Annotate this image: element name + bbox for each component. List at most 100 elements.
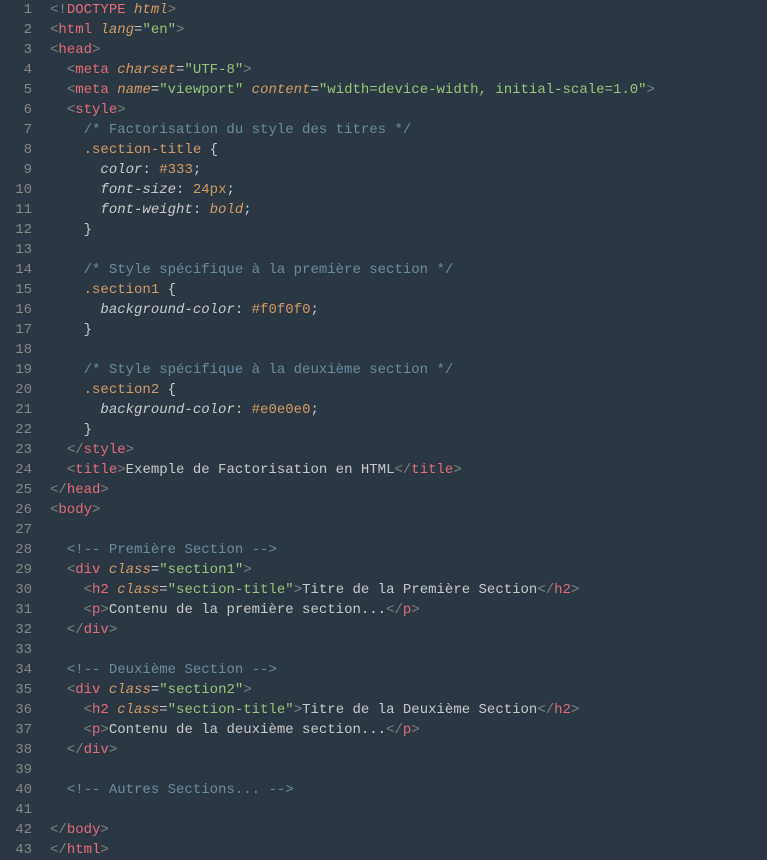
code-line[interactable]: </html> <box>50 840 767 860</box>
code-line[interactable]: background-color: #e0e0e0; <box>50 400 767 420</box>
code-line[interactable]: .section-title { <box>50 140 767 160</box>
code-line[interactable]: /* Style spécifique à la première sectio… <box>50 260 767 280</box>
code-line[interactable] <box>50 240 767 260</box>
line-number: 3 <box>0 40 32 60</box>
token-tag-name: h2 <box>92 702 109 718</box>
token-attr-eq: = <box>159 582 167 598</box>
code-line[interactable]: </style> <box>50 440 767 460</box>
token-tag-name: head <box>58 42 92 58</box>
token-tag-bracket: > <box>243 62 251 78</box>
line-number: 43 <box>0 840 32 860</box>
code-line[interactable]: <style> <box>50 100 767 120</box>
code-line[interactable]: /* Style spécifique à la deuxième sectio… <box>50 360 767 380</box>
line-number: 7 <box>0 120 32 140</box>
line-number: 5 <box>0 80 32 100</box>
code-line[interactable]: <h2 class="section-title">Titre de la Pr… <box>50 580 767 600</box>
token-attr-name: name <box>117 82 151 98</box>
code-line[interactable] <box>50 340 767 360</box>
code-line[interactable]: <!-- Première Section --> <box>50 540 767 560</box>
token-attr-eq: = <box>310 82 318 98</box>
token-tag-bracket: > <box>126 442 134 458</box>
line-number: 9 <box>0 160 32 180</box>
token-text-content <box>50 222 84 238</box>
token-text-content <box>50 382 84 398</box>
code-line[interactable]: <div class="section2"> <box>50 680 767 700</box>
code-line[interactable]: </head> <box>50 480 767 500</box>
line-number-gutter: 1234567891011121314151617181920212223242… <box>0 0 46 860</box>
code-line[interactable]: } <box>50 420 767 440</box>
token-text-content <box>50 462 67 478</box>
code-line[interactable]: font-size: 24px; <box>50 180 767 200</box>
token-text-content <box>50 602 84 618</box>
code-line[interactable]: </body> <box>50 820 767 840</box>
code-line[interactable]: color: #333; <box>50 160 767 180</box>
token-text-content: Contenu de la deuxième section... <box>109 722 386 738</box>
token-text-content <box>50 422 84 438</box>
code-line[interactable] <box>50 640 767 660</box>
code-line[interactable] <box>50 800 767 820</box>
code-line[interactable]: /* Factorisation du style des titres */ <box>50 120 767 140</box>
token-text-content <box>50 562 67 578</box>
token-tag-bracket: < <box>84 602 92 618</box>
code-line[interactable]: .section2 { <box>50 380 767 400</box>
token-tag-name: div <box>84 742 109 758</box>
code-line[interactable]: <!-- Deuxième Section --> <box>50 660 767 680</box>
line-number: 34 <box>0 660 32 680</box>
line-number: 36 <box>0 700 32 720</box>
token-doctype-val: html <box>134 2 168 18</box>
code-line[interactable]: <body> <box>50 500 767 520</box>
line-number: 41 <box>0 800 32 820</box>
token-comment: <!-- Deuxième Section --> <box>67 662 277 678</box>
token-css-selector: .section2 <box>84 382 160 398</box>
code-line[interactable]: font-weight: bold; <box>50 200 767 220</box>
token-css-prop: font-size <box>100 182 176 198</box>
code-line[interactable] <box>50 760 767 780</box>
token-css-val-hex: #333 <box>159 162 193 178</box>
code-line[interactable]: <meta charset="UTF-8"> <box>50 60 767 80</box>
token-tag-name: div <box>75 682 100 698</box>
code-line[interactable] <box>50 520 767 540</box>
token-tag-bracket: > <box>100 842 108 858</box>
code-line[interactable]: <title>Exemple de Factorisation en HTML<… <box>50 460 767 480</box>
token-css-val-hex: #f0f0f0 <box>252 302 311 318</box>
token-tag-name: title <box>75 462 117 478</box>
code-line[interactable]: </div> <box>50 620 767 640</box>
code-line[interactable]: </div> <box>50 740 767 760</box>
code-line[interactable]: background-color: #f0f0f0; <box>50 300 767 320</box>
token-tag-bracket: < <box>67 562 75 578</box>
token-css-brace: } <box>84 222 92 238</box>
token-tag-name: div <box>75 562 100 578</box>
code-line[interactable]: <!-- Autres Sections... --> <box>50 780 767 800</box>
code-line[interactable]: <head> <box>50 40 767 60</box>
token-css-brace: { <box>168 282 176 298</box>
token-text-content <box>50 322 84 338</box>
token-text-content <box>100 562 108 578</box>
line-number: 37 <box>0 720 32 740</box>
token-css-prop: font-weight <box>100 202 192 218</box>
code-line[interactable]: <p>Contenu de la première section...</p> <box>50 600 767 620</box>
token-comment: /* Style spécifique à la deuxième sectio… <box>84 362 454 378</box>
token-tag-bracket: > <box>243 562 251 578</box>
code-area[interactable]: <!DOCTYPE html><html lang="en"><head> <m… <box>46 0 767 860</box>
token-tag-name: html <box>67 842 101 858</box>
code-line[interactable]: <h2 class="section-title">Titre de la De… <box>50 700 767 720</box>
code-line[interactable]: <!DOCTYPE html> <box>50 0 767 20</box>
line-number: 25 <box>0 480 32 500</box>
token-text-content <box>50 582 84 598</box>
token-tag-bracket: > <box>571 702 579 718</box>
token-tag-bracket: > <box>92 502 100 518</box>
code-line[interactable]: } <box>50 320 767 340</box>
token-text-content <box>50 702 84 718</box>
token-tag-name: body <box>58 502 92 518</box>
token-text-content <box>50 662 67 678</box>
code-line[interactable]: <div class="section1"> <box>50 560 767 580</box>
code-line[interactable]: } <box>50 220 767 240</box>
token-css-colon: : <box>235 302 252 318</box>
token-attr-val: "width=device-width, initial-scale=1.0" <box>319 82 647 98</box>
token-css-colon: : <box>176 182 193 198</box>
code-line[interactable]: <html lang="en"> <box>50 20 767 40</box>
code-line[interactable]: <p>Contenu de la deuxième section...</p> <box>50 720 767 740</box>
code-line[interactable]: <meta name="viewport" content="width=dev… <box>50 80 767 100</box>
token-css-val-hex: #e0e0e0 <box>252 402 311 418</box>
code-line[interactable]: .section1 { <box>50 280 767 300</box>
